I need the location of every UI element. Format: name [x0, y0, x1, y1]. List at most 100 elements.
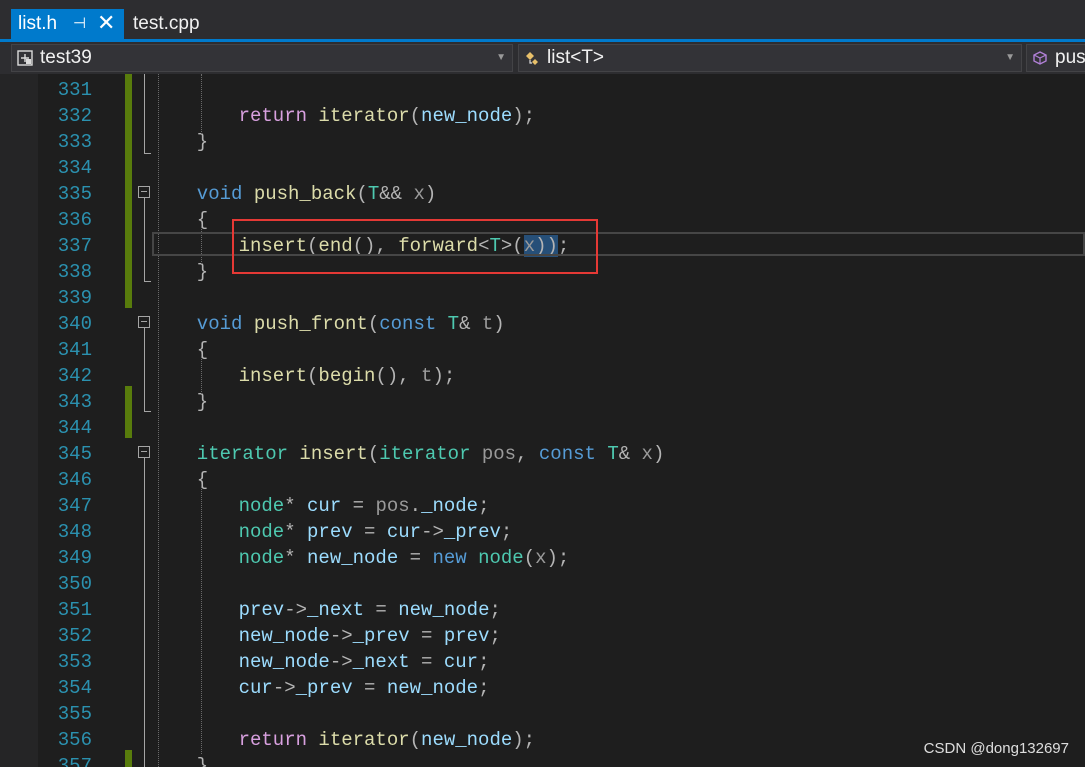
member-dropdown[interactable]: pus: [1026, 44, 1085, 72]
tab-test-cpp[interactable]: test.cpp: [124, 9, 214, 39]
code-token: _next: [352, 651, 410, 673]
code-token: cur: [386, 521, 422, 543]
code-line[interactable]: node* cur = pos._node;: [239, 493, 490, 519]
code-editor[interactable]: 331 332 return iterator(new_node); 333} 334 3…: [0, 74, 1085, 767]
navigation-bar: test39 ▼ list<T> ▼ pus: [0, 42, 1085, 74]
code-token: x: [641, 443, 653, 465]
code-line[interactable]: new_node->_next = cur;: [239, 649, 490, 675]
code-token: }: [196, 755, 209, 767]
code-token: new: [432, 547, 467, 569]
indent-guide: [201, 484, 202, 754]
code-token: node: [478, 547, 524, 569]
scope-dropdown[interactable]: list<T> ▼: [518, 44, 1022, 72]
pin-icon[interactable]: ⊣: [73, 9, 86, 39]
code-line[interactable]: iterator insert(iterator pos, const T& x…: [197, 441, 665, 467]
code-token: void: [196, 183, 243, 205]
code-line[interactable]: void push_back(T&& x): [197, 181, 436, 207]
code-token: =: [352, 677, 387, 699]
tab-bar: list.h ⊣ ✕ test.cpp: [0, 0, 1085, 39]
code-line[interactable]: {: [197, 207, 208, 233]
code-line[interactable]: {: [197, 337, 208, 363]
code-token: }: [196, 391, 209, 413]
code-line[interactable]: void push_front(const T& t): [197, 311, 505, 337]
line-number: 351: [57, 599, 92, 621]
code-token: const: [379, 313, 437, 335]
code-token: new_node: [386, 677, 479, 699]
line-number: 352: [57, 625, 92, 647]
project-dropdown[interactable]: test39 ▼: [11, 44, 513, 72]
fold-line: [144, 198, 145, 281]
scope-label: list<T>: [547, 47, 605, 68]
code-line[interactable]: insert(begin(), t);: [239, 363, 456, 389]
code-line[interactable]: return iterator(new_node);: [239, 727, 535, 753]
code-line[interactable]: prev->_next = new_node;: [239, 597, 501, 623]
code-token: {: [196, 339, 209, 361]
code-token: _node: [421, 495, 479, 517]
project-icon: [17, 50, 33, 66]
code-token: new_node: [238, 625, 330, 647]
code-token: node: [238, 495, 285, 517]
code-token: ): [493, 313, 505, 335]
code-line[interactable]: cur->_prev = new_node;: [239, 675, 490, 701]
code-token: new_node: [421, 729, 513, 751]
changed-line-marker: [125, 750, 132, 767]
code-line[interactable]: node* prev = cur->_prev;: [239, 519, 513, 545]
fold-line: [144, 328, 145, 411]
code-token: =: [352, 521, 387, 543]
code-line[interactable]: {: [197, 467, 208, 493]
code-line[interactable]: }: [197, 389, 208, 415]
annotation-highlight-box: [232, 219, 598, 274]
line-number: 357: [57, 755, 92, 767]
tab-list-h[interactable]: list.h ⊣ ✕: [11, 9, 124, 39]
code-token: ;: [478, 677, 490, 699]
code-token: x: [413, 183, 425, 205]
line-number: 346: [57, 469, 92, 491]
fold-icon[interactable]: [138, 316, 150, 328]
fold-line: [144, 153, 151, 154]
code-token: ->: [272, 677, 296, 699]
code-line[interactable]: }: [197, 129, 208, 155]
fold-icon[interactable]: [138, 446, 150, 458]
code-token: =: [364, 599, 399, 621]
line-number: 331: [57, 79, 92, 101]
code-line[interactable]: return iterator(new_node);: [239, 103, 535, 129]
project-label: test39: [40, 47, 92, 68]
code-token: (: [367, 443, 380, 465]
code-token: return: [238, 729, 308, 751]
code-line[interactable]: }: [197, 753, 208, 767]
code-token: push_back: [253, 183, 357, 205]
code-token: (: [409, 729, 422, 751]
code-token: (: [367, 313, 380, 335]
editor-margin: [0, 74, 38, 767]
fold-line: [144, 411, 151, 412]
line-number: 342: [57, 365, 92, 387]
code-token: pos: [375, 495, 410, 517]
fold-icon[interactable]: [138, 186, 150, 198]
code-line[interactable]: node* new_node = new node(x);: [239, 545, 570, 571]
code-token: {: [196, 209, 209, 231]
watermark: CSDN @dong132697: [923, 740, 1069, 757]
indent-guide: [158, 74, 159, 767]
code-line[interactable]: new_node->_prev = prev;: [239, 623, 501, 649]
code-token: ): [652, 443, 665, 465]
code-line[interactable]: }: [197, 259, 208, 285]
code-token: return: [238, 105, 308, 127]
code-token: (: [409, 105, 422, 127]
close-icon[interactable]: ✕: [97, 8, 115, 38]
code-token: x: [535, 547, 547, 569]
code-token: const: [538, 443, 596, 465]
code-token: _prev: [352, 625, 410, 647]
changed-line-marker: [125, 386, 132, 438]
code-token: );: [432, 365, 456, 387]
line-number: 333: [57, 131, 92, 153]
code-token: T: [607, 443, 619, 465]
code-token: ->: [421, 521, 444, 543]
